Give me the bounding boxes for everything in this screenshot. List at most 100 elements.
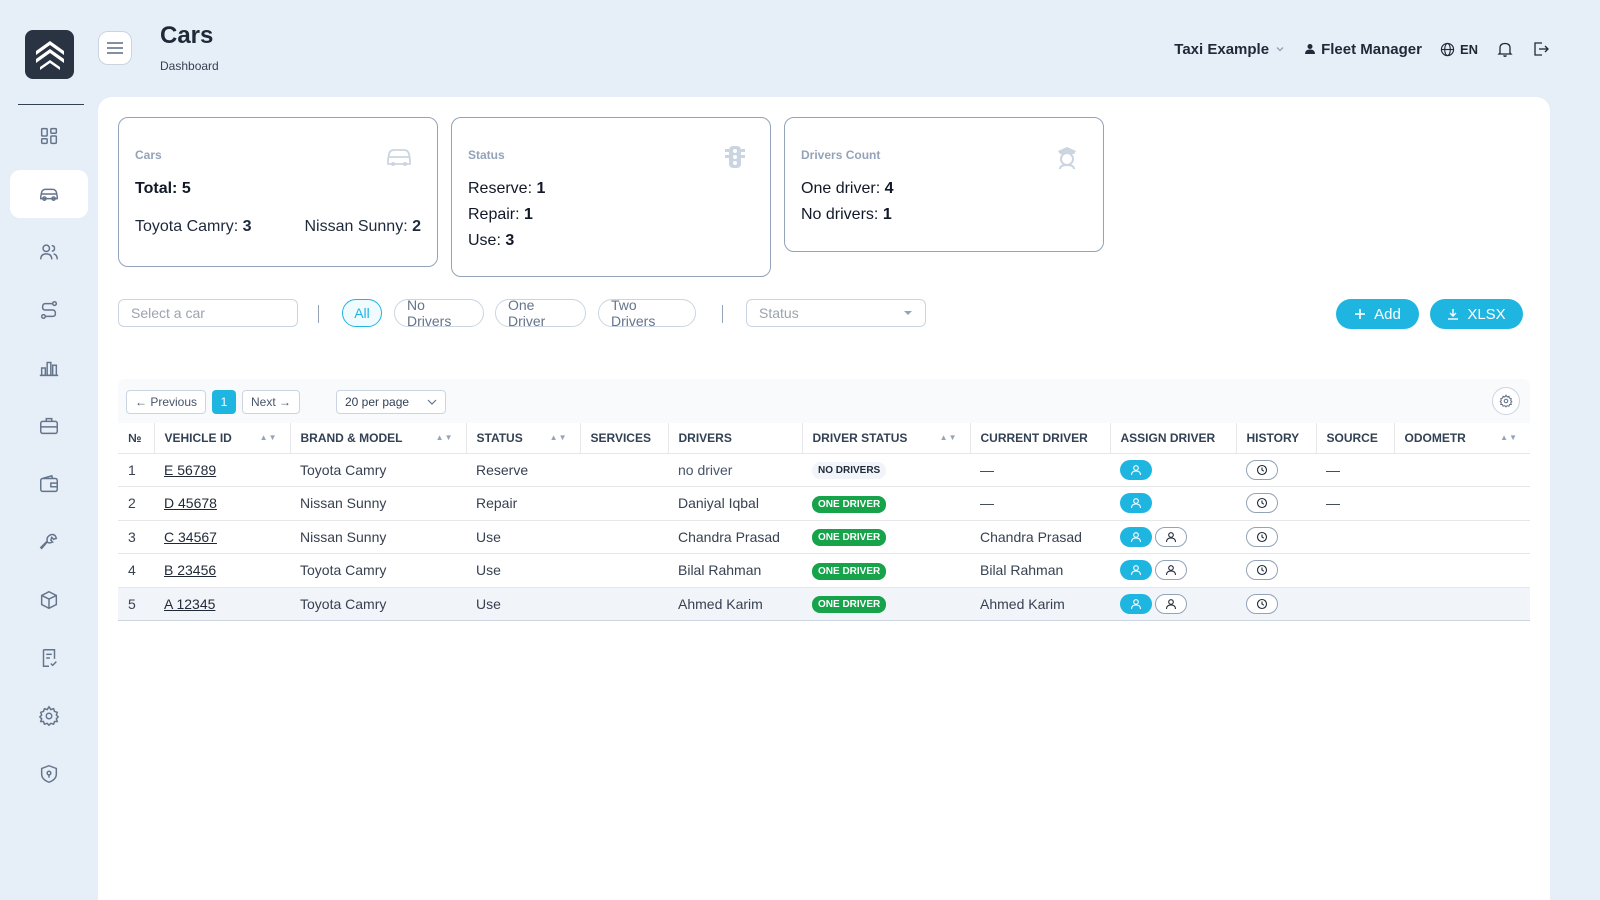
add-button[interactable]: Add <box>1336 299 1419 329</box>
vehicle-id-link[interactable]: B 23456 <box>164 562 216 578</box>
notifications-button[interactable] <box>1496 40 1514 58</box>
assign-driver-button[interactable] <box>1120 560 1152 581</box>
unassign-driver-button[interactable] <box>1155 526 1187 547</box>
user-icon <box>1305 44 1316 54</box>
breadcrumb[interactable]: Dashboard <box>160 59 219 73</box>
column-header-driver-status[interactable]: DRIVER STATUS ▲▼ <box>801 423 970 454</box>
sidebar-item-wallet[interactable] <box>10 460 88 508</box>
per-page-select[interactable]: 20 per page <box>336 390 446 414</box>
bell-icon <box>1497 42 1513 57</box>
logout-button[interactable] <box>1532 40 1550 58</box>
vehicle-id-link[interactable]: C 34567 <box>164 529 217 545</box>
sidebar-item-drivers[interactable] <box>10 228 88 276</box>
sidebar-item-products[interactable] <box>10 576 88 624</box>
clock-icon <box>1256 498 1268 509</box>
vehicle-id-cell: C 34567 <box>154 520 290 554</box>
clock-icon <box>1256 464 1268 475</box>
column-header-vehicle-id[interactable]: VEHICLE ID ▲▼ <box>153 423 290 454</box>
assign-driver-button[interactable] <box>1120 526 1152 547</box>
vehicle-id-link[interactable]: D 45678 <box>164 495 217 511</box>
column-header-source: SOURCE <box>1315 423 1394 454</box>
assign-driver-button[interactable] <box>1120 493 1152 514</box>
status-cell: Use <box>466 553 580 588</box>
history-button[interactable] <box>1246 493 1278 514</box>
vehicle-id-link[interactable]: A 12345 <box>164 596 215 612</box>
caret-down-icon <box>904 311 912 315</box>
sort-icon[interactable]: ▲▼ <box>550 433 568 442</box>
status-summary-card: Status Reserve: 1 Repair: 1 Use: 3 <box>451 117 771 277</box>
history-button[interactable] <box>1246 459 1278 480</box>
filter-chip-all[interactable]: All <box>342 299 382 327</box>
table-settings-button[interactable] <box>1492 387 1520 415</box>
sidebar-item-dashboard[interactable] <box>10 112 88 160</box>
status-select-placeholder: Status <box>759 305 799 321</box>
history-button[interactable] <box>1246 526 1278 547</box>
history-cell <box>1236 553 1316 588</box>
current-page-button[interactable]: 1 <box>212 390 236 414</box>
column-header-number: № <box>118 423 154 454</box>
status-use: Use: 3 <box>468 232 515 249</box>
current-driver-cell: Ahmed Karim <box>970 587 1110 621</box>
vehicle-id-link[interactable]: E 56789 <box>164 462 216 478</box>
sort-icon[interactable]: ▲▼ <box>436 433 454 442</box>
topbar-actions: Taxi Example Fleet Manager EN <box>1174 38 1550 60</box>
table-row: 1 E 56789 Toyota Camry Reserve no driver… <box>118 453 1530 487</box>
status-select[interactable]: Status <box>746 299 926 327</box>
brand-model-cell: Toyota Camry <box>290 453 466 487</box>
filter-chip-one-driver[interactable]: One Driver <box>495 297 586 329</box>
column-header-odometer[interactable]: ODOMETR ▲▼ <box>1393 423 1530 454</box>
assign-driver-cell <box>1110 520 1236 554</box>
logo-chevrons-icon <box>35 40 64 70</box>
unassign-driver-button[interactable] <box>1155 560 1187 581</box>
sidebar-item-settings[interactable] <box>10 692 88 740</box>
sidebar-item-tasks[interactable] <box>10 634 88 682</box>
column-header-history: HISTORY <box>1235 423 1316 454</box>
filters-bar: All No Drivers One Driver Two Drivers St… <box>118 297 1530 329</box>
briefcase-icon <box>40 417 58 435</box>
card-title: Status <box>468 148 505 162</box>
drivers-count-card: Drivers Count One driver: 4 No drivers: … <box>784 117 1104 252</box>
sidebar-item-services[interactable] <box>10 518 88 566</box>
history-button[interactable] <box>1246 560 1278 581</box>
sort-icon[interactable]: ▲▼ <box>260 433 278 442</box>
export-xlsx-button[interactable]: XLSX <box>1430 299 1523 329</box>
app-logo[interactable] <box>25 30 74 79</box>
sidebar-item-cars[interactable] <box>10 170 88 218</box>
clock-icon <box>1256 531 1268 542</box>
unassign-driver-button[interactable] <box>1155 593 1187 614</box>
wallet-icon <box>40 474 58 493</box>
sidebar-item-business[interactable] <box>10 402 88 450</box>
cars-table: № VEHICLE ID ▲▼ BRAND & MODEL ▲▼ STATUS ▲▼ … <box>118 423 1530 621</box>
previous-page-button[interactable]: ← Previous <box>126 390 206 414</box>
drivers-cell: no driver <box>668 453 802 487</box>
row-number: 1 <box>118 453 154 487</box>
column-header-brand-model[interactable]: BRAND & MODEL ▲▼ <box>289 423 466 454</box>
services-cell <box>580 486 668 521</box>
sort-icon[interactable]: ▲▼ <box>1500 433 1518 442</box>
chevron-down-icon <box>427 399 437 405</box>
cars-summary-card: Cars Total: 5 Toyota Camry: 3 Nissan Sun… <box>118 117 438 267</box>
cars-table-container: ← Previous 1 Next → 20 per page № VEHICL… <box>118 379 1530 621</box>
language-selector[interactable]: EN <box>1440 42 1478 57</box>
sidebar-item-reports[interactable] <box>10 344 88 392</box>
user-menu[interactable]: Fleet Manager <box>1304 41 1422 58</box>
drivers-cell: Ahmed Karim <box>668 587 802 621</box>
sidebar-item-routes[interactable] <box>10 286 88 334</box>
assign-driver-button[interactable] <box>1120 459 1152 480</box>
car-icon <box>387 149 411 166</box>
column-header-status[interactable]: STATUS ▲▼ <box>465 423 580 454</box>
filter-chip-no-drivers[interactable]: No Drivers <box>394 297 484 329</box>
company-selector[interactable]: Taxi Example <box>1174 41 1286 58</box>
select-car-input[interactable] <box>118 299 298 327</box>
assign-driver-button[interactable] <box>1120 593 1152 614</box>
sort-icon[interactable]: ▲▼ <box>940 433 958 442</box>
sidebar-item-security[interactable] <box>10 750 88 798</box>
filter-chip-two-drivers[interactable]: Two Drivers <box>598 297 696 329</box>
next-page-button[interactable]: Next → <box>242 390 300 414</box>
row-number: 2 <box>118 486 154 521</box>
history-button[interactable] <box>1246 593 1278 614</box>
users-icon <box>40 244 58 260</box>
assign-driver-cell <box>1110 486 1236 521</box>
main-panel: Cars Total: 5 Toyota Camry: 3 Nissan Sun… <box>98 97 1550 900</box>
menu-toggle-button[interactable] <box>98 31 132 65</box>
